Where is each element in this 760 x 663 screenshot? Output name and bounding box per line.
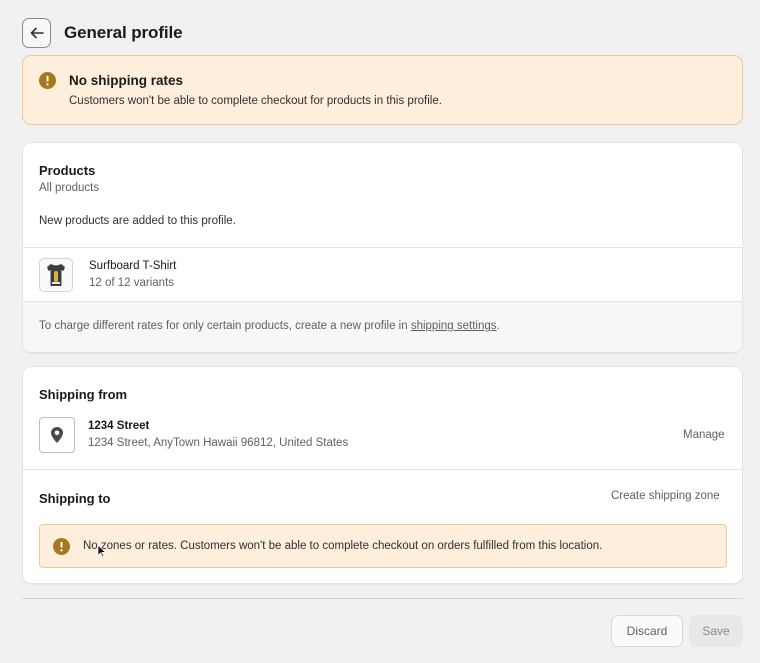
shipping-settings-link[interactable]: shipping settings: [411, 320, 497, 332]
location-address: 1234 Street, AnyTown Hawaii 96812, Unite…: [88, 437, 349, 449]
no-zones-text: No zones or rates. Customers won't be ab…: [83, 540, 603, 552]
save-button[interactable]: Save: [689, 615, 743, 647]
warning-icon: [39, 72, 56, 89]
products-footer: To charge different rates for only certa…: [23, 302, 742, 352]
no-zones-banner: No zones or rates. Customers won't be ab…: [39, 524, 727, 568]
banner-title: No shipping rates: [69, 73, 184, 88]
page-title: General profile: [64, 23, 183, 42]
product-name[interactable]: Surfboard T-Shirt: [89, 260, 176, 272]
banner-text: Customers won't be able to complete chec…: [69, 95, 442, 107]
products-card: Products All products New products are a…: [22, 142, 743, 353]
tshirt-icon: [47, 264, 65, 286]
footer-divider: [22, 598, 743, 599]
divider: [23, 247, 742, 248]
products-footer-text: To charge different rates for only certa…: [39, 320, 500, 332]
page-header: General profile: [22, 18, 183, 48]
location-pin-box: [39, 417, 75, 453]
footer-text: To charge different rates for only certa…: [39, 320, 411, 332]
arrow-left-icon: [30, 27, 44, 39]
back-button[interactable]: [22, 18, 51, 48]
product-variants: 12 of 12 variants: [89, 277, 175, 289]
footer-text-end: .: [496, 320, 500, 332]
shipping-from-title: Shipping from: [39, 387, 128, 402]
manage-button[interactable]: Manage: [683, 429, 725, 441]
products-title: Products: [39, 163, 96, 178]
discard-button[interactable]: Discard: [611, 615, 683, 647]
shipping-to-title: Shipping to: [39, 491, 111, 506]
product-thumbnail: [39, 258, 73, 292]
no-shipping-rates-banner: No shipping rates Customers won't be abl…: [22, 55, 743, 125]
mouse-cursor-icon: [97, 544, 107, 558]
create-shipping-zone-button[interactable]: Create shipping zone: [611, 490, 720, 502]
location-pin-icon: [51, 427, 63, 443]
location-name: 1234 Street: [88, 420, 150, 432]
warning-icon: [53, 538, 70, 555]
products-subtitle: All products: [39, 182, 100, 194]
products-note: New products are added to this profile.: [39, 215, 236, 227]
shipping-card: Shipping from 1234 Street 1234 Street, A…: [22, 366, 743, 584]
divider: [23, 469, 742, 470]
